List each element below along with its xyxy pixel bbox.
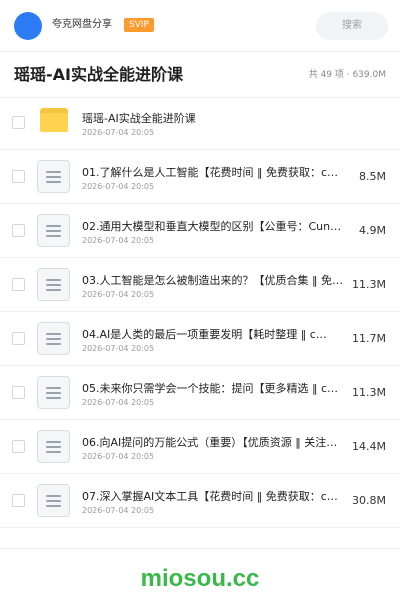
select-checkbox[interactable] <box>12 494 25 507</box>
list-item[interactable]: 06.向AI提问的万能公式（重要）【优质资源 ‖ 关注… 2026-07-04 … <box>0 420 400 474</box>
file-date: 2026-07-04 20:05 <box>82 290 155 299</box>
document-icon <box>37 160 70 193</box>
folder-icon <box>40 108 68 132</box>
document-icon <box>37 376 70 409</box>
file-size: 14.4M <box>352 440 386 453</box>
file-date: 2026-07-04 20:05 <box>82 182 155 191</box>
list-item[interactable]: 01.了解什么是人工智能【花费时间 ‖ 免费获取：cu… 2026-07-04 … <box>0 150 400 204</box>
document-icon <box>37 484 70 517</box>
top-header: 夸克网盘分享 SVIP 搜索 <box>0 0 400 52</box>
watermark: miosou.cc <box>140 565 260 592</box>
file-name: 03.人工智能是怎么被制造出来的？【优质合集 ‖ 免费… <box>82 274 344 287</box>
file-date: 2026-07-04 20:05 <box>82 128 155 137</box>
folder-stats: 共 49 项 · 639.0M <box>308 70 386 80</box>
file-name: 02.通用大模型和垂直大模型的区别【公重号：Cun… <box>82 220 342 233</box>
file-date: 2026-07-04 20:05 <box>82 452 155 461</box>
file-name: 04.AI是人类的最后一项重要发明【耗时整理 ‖ c… <box>82 328 327 341</box>
list-item[interactable]: 03.人工智能是怎么被制造出来的？【优质合集 ‖ 免费… 2026-07-04 … <box>0 258 400 312</box>
list-item[interactable]: 05.未来你只需学会一个技能：提问【更多精选 ‖ c… 2026-07-04 2… <box>0 366 400 420</box>
file-size: 4.9M <box>359 224 386 237</box>
document-icon <box>37 430 70 463</box>
select-checkbox[interactable] <box>12 440 25 453</box>
file-name: 07.深入掌握AI文本工具【花费时间 ‖ 免费获取：c… <box>82 490 338 503</box>
file-size: 11.3M <box>352 386 386 399</box>
document-icon <box>37 268 70 301</box>
file-name: 06.向AI提问的万能公式（重要）【优质资源 ‖ 关注… <box>82 436 338 449</box>
document-icon <box>37 322 70 355</box>
file-name: 01.了解什么是人工智能【花费时间 ‖ 免费获取：cu… <box>82 166 344 179</box>
select-checkbox[interactable] <box>12 170 25 183</box>
file-date: 2026-07-04 20:05 <box>82 398 155 407</box>
file-size: 8.5M <box>359 170 386 183</box>
select-checkbox[interactable] <box>12 386 25 399</box>
file-name: 瑶瑶-AI实战全能进阶课 <box>82 112 196 125</box>
select-checkbox[interactable] <box>12 116 25 129</box>
list-item[interactable]: 07.深入掌握AI文本工具【花费时间 ‖ 免费获取：c… 2026-07-04 … <box>0 474 400 528</box>
list-item[interactable]: 瑶瑶-AI实战全能进阶课 2026-07-04 20:05 <box>0 96 400 150</box>
search-input[interactable]: 搜索 <box>316 12 388 40</box>
file-size: 11.3M <box>352 278 386 291</box>
svip-badge: SVIP <box>124 18 154 32</box>
select-checkbox[interactable] <box>12 278 25 291</box>
user-name: 夸克网盘分享 <box>52 19 112 30</box>
file-size: 30.8M <box>352 494 386 507</box>
file-size: 11.7M <box>352 332 386 345</box>
file-date: 2026-07-04 20:05 <box>82 236 155 245</box>
select-checkbox[interactable] <box>12 224 25 237</box>
folder-title-bar: 瑶瑶-AI实战全能进阶课 共 49 项 · 639.0M <box>0 52 400 98</box>
select-checkbox[interactable] <box>12 332 25 345</box>
list-item[interactable]: 02.通用大模型和垂直大模型的区别【公重号：Cun… 2026-07-04 20… <box>0 204 400 258</box>
page-title: 瑶瑶-AI实战全能进阶课 <box>14 65 183 84</box>
file-date: 2026-07-04 20:05 <box>82 344 155 353</box>
list-item[interactable]: 04.AI是人类的最后一项重要发明【耗时整理 ‖ c… 2026-07-04 2… <box>0 312 400 366</box>
footer: miosou.cc <box>0 548 400 600</box>
file-date: 2026-07-04 20:05 <box>82 506 155 515</box>
avatar[interactable] <box>14 12 42 40</box>
document-icon <box>37 214 70 247</box>
file-name: 05.未来你只需学会一个技能：提问【更多精选 ‖ c… <box>82 382 339 395</box>
